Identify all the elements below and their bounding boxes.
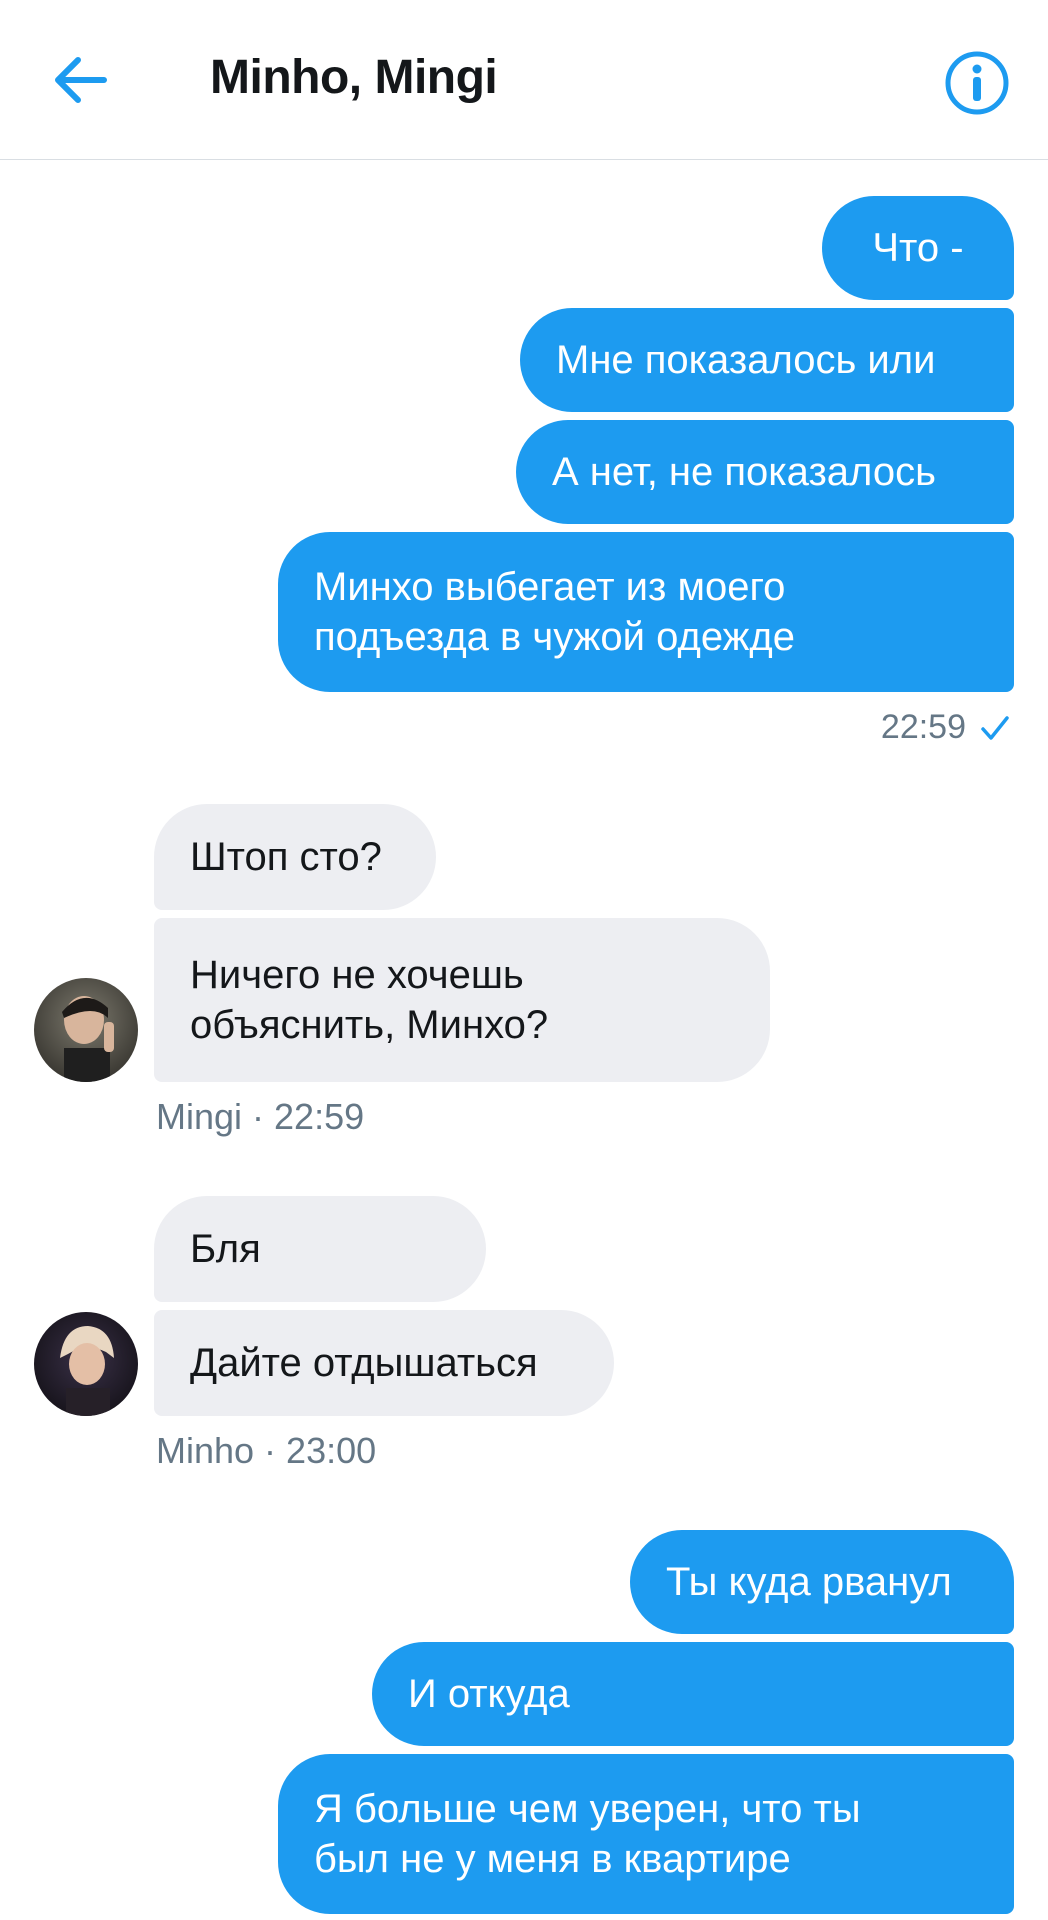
chat-screen: Minho, Mingi Что - Мне показалось или А …: [0, 0, 1048, 1920]
message-text: Дайте отдышаться: [190, 1341, 538, 1385]
message-text: И откуда: [408, 1672, 570, 1716]
timestamp: 22:59: [880, 708, 966, 746]
sender-meta-minho: Minho · 23:00: [156, 1430, 377, 1471]
message-text: Минхо выбегает из моего подъезда в чужой…: [314, 565, 795, 659]
avatar-minho[interactable]: [34, 1312, 138, 1416]
message-text: Я больше чем уверен, что ты был не у мен…: [314, 1787, 861, 1881]
message-text: Бля: [190, 1227, 261, 1271]
message-text: Ничего не хочешь объяснить, Минхо?: [190, 953, 549, 1047]
sender-meta-mingi: Mingi · 22:59: [156, 1096, 365, 1137]
back-button[interactable]: [50, 52, 110, 108]
avatar-image: [34, 978, 138, 1082]
message-list[interactable]: Что - Мне показалось или А нет, не показ…: [0, 160, 1048, 1920]
message-text: Мне показалось или: [556, 338, 936, 382]
message-bubble-incoming[interactable]: Дайте отдышаться: [154, 1310, 614, 1416]
message-bubble-outgoing[interactable]: А нет, не показалось: [516, 420, 1014, 524]
message-bubble-incoming[interactable]: Ничего не хочешь объяснить, Минхо?: [154, 918, 770, 1082]
message-text: А нет, не показалось: [552, 450, 936, 494]
message-bubble-outgoing[interactable]: Минхо выбегает из моего подъезда в чужой…: [278, 532, 1014, 692]
info-button[interactable]: [944, 50, 1010, 116]
message-bubble-outgoing[interactable]: И откуда: [372, 1642, 1014, 1746]
message-bubble-outgoing[interactable]: Ты куда рванул: [630, 1530, 1014, 1634]
message-text: Ты куда рванул: [666, 1560, 952, 1604]
arrow-left-icon: [55, 57, 107, 103]
avatar-image: [34, 1312, 138, 1416]
message-text: Что -: [872, 226, 964, 270]
message-text: Штоп сто?: [190, 835, 382, 879]
conversation-title: Minho, Mingi: [210, 51, 498, 104]
info-circle-icon: [945, 51, 1009, 115]
check-icon: [981, 715, 1009, 740]
message-bubble-incoming[interactable]: Штоп сто?: [154, 804, 436, 910]
message-bubble-outgoing[interactable]: Я больше чем уверен, что ты был не у мен…: [278, 1754, 1014, 1914]
message-bubble-outgoing[interactable]: Мне показалось или: [520, 308, 1014, 412]
avatar-mingi[interactable]: [34, 978, 138, 1082]
conversation-header: Minho, Mingi: [0, 0, 1048, 160]
message-bubble-incoming[interactable]: Бля: [154, 1196, 486, 1302]
message-meta: 22:59: [881, 708, 1010, 747]
message-bubble-outgoing[interactable]: Что -: [822, 196, 1014, 300]
